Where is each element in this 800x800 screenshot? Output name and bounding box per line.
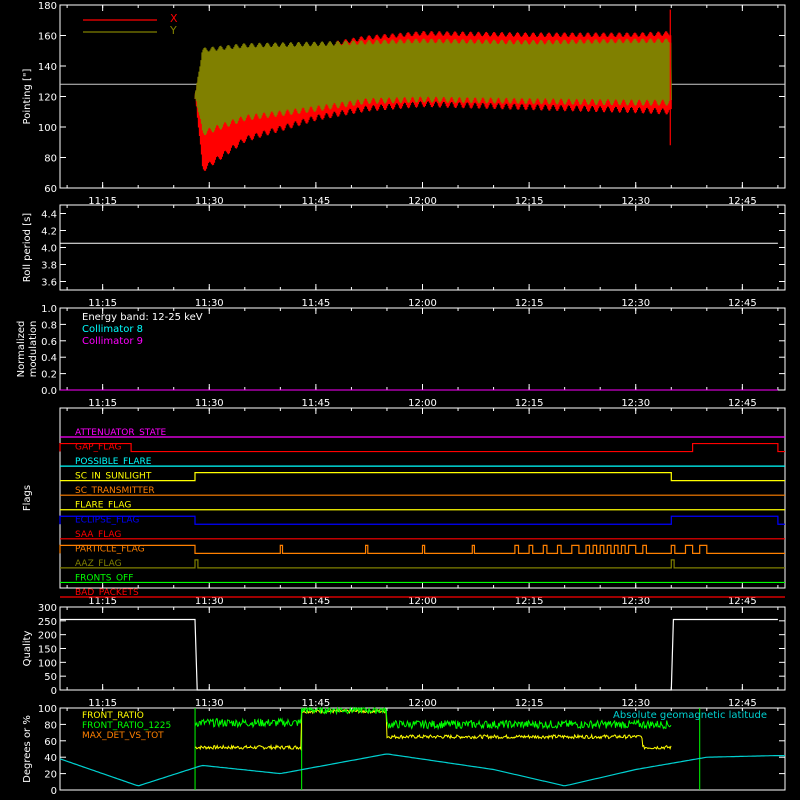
panel-2-ytick-label: 0.8 (41, 320, 57, 331)
panel-2-ytick-label: 0.0 (41, 386, 57, 397)
panel-4-xtick-label: 12:00 (408, 698, 437, 709)
panel-2-xtick-label: 11:45 (301, 398, 330, 409)
panel-5-ytick-label: 40 (44, 753, 57, 764)
panel-5-ytick-label: 0 (51, 786, 57, 797)
panel-5-ytick-label: 80 (44, 720, 57, 731)
panel-0-ytick-label: 180 (38, 1, 57, 12)
flag-line-particle_flag (59, 544, 785, 554)
panel-2-ytick-label: 0.4 (41, 353, 57, 364)
panel-1-ylabel: Roll period [s] (22, 213, 33, 282)
flag-line-gap_flag (59, 442, 785, 453)
panel-1-xtick-label: 12:30 (621, 298, 650, 309)
panel-4-ytick-label: 50 (44, 672, 57, 683)
ratio-legend-front_ratio: FRONT_RATIO (82, 711, 144, 721)
panel-1-ytick-label: 4.0 (41, 244, 57, 255)
ratio-legend-max_det_vs_tot: MAX_DET_VS_TOT (82, 731, 164, 741)
panel-1-xtick-label: 11:30 (195, 298, 224, 309)
ratio-legend-front_ratio_1225: FRONT_RATIO_1225 (82, 721, 171, 731)
panel-0-ytick-label: 100 (38, 123, 57, 134)
panel-1-ytick-label: 4.4 (41, 210, 57, 221)
panel-3-xtick-label: 11:30 (195, 596, 224, 607)
panel-3-xtick-label: 12:30 (621, 596, 650, 607)
panel-1-ytick-label: 4.2 (41, 227, 57, 238)
panel-1-xtick-label: 11:15 (88, 298, 117, 309)
geomagnetic-latitude-line (59, 753, 785, 787)
panel-2-ytick-label: 1.0 (41, 304, 57, 315)
panel-4-ytick-label: 150 (38, 645, 57, 656)
ratio-series-front_ratio (194, 708, 672, 751)
panel-2-ylabel-line-2: modulation (28, 321, 39, 378)
panel-2-xtick-label: 12:30 (621, 398, 650, 409)
panel-1-ytick-label: 3.6 (41, 278, 57, 289)
panel-1-xtick-label: 12:15 (515, 298, 544, 309)
modulation-legend-8: Collimator 8 (82, 324, 143, 335)
panel-4-ytick-label: 250 (38, 617, 57, 628)
panel-5-ytick-label: 100 (38, 704, 57, 715)
panel-2-xtick-label: 11:15 (88, 398, 117, 409)
panel-5-ytick-label: 20 (44, 770, 57, 781)
panel-3-xtick-label: 12:15 (515, 596, 544, 607)
flag-line-eclipse_flag (59, 515, 785, 525)
panel-4-ylabel: Quality (22, 631, 33, 667)
panel-3-xtick-label: 12:45 (728, 596, 757, 607)
panel-4-xtick-label: 12:30 (621, 698, 650, 709)
panel-4-xtick-label: 11:45 (301, 698, 330, 709)
panel-2-xtick-label: 12:45 (728, 398, 757, 409)
panel-0-ytick-label: 120 (38, 93, 57, 104)
panel-1-ytick-label: 3.8 (41, 261, 57, 272)
panel-1-xtick-label: 12:00 (408, 298, 437, 309)
panel-0-ytick-label: 140 (38, 62, 57, 73)
flag-line-sc_in_sunlight (60, 472, 785, 482)
panel-1-xtick-label: 11:45 (301, 298, 330, 309)
panel-4-ytick-label: 100 (38, 658, 57, 669)
panel-2-xtick-label: 12:15 (515, 398, 544, 409)
panel-0-ytick-label: 60 (44, 184, 57, 195)
panel-4-ytick-label: 0 (51, 686, 57, 697)
panel-1-xtick-label: 12:45 (728, 298, 757, 309)
panel-3-xtick-label: 12:00 (408, 596, 437, 607)
panel-3-frame (59, 407, 786, 589)
modulation-legend-9: Collimator 9 (82, 336, 143, 347)
panel-0-ytick-label: 160 (38, 32, 57, 43)
panel-4-xtick-label: 11:30 (195, 698, 224, 709)
legend-label-Y: Y (169, 24, 177, 37)
panel-4-xtick-label: 11:15 (88, 698, 117, 709)
quality-line (60, 618, 778, 691)
panel-2-ylabel-line-1: Normalized (16, 321, 27, 378)
panel-2-xtick-label: 12:00 (408, 398, 437, 409)
geomagnetic-latitude-legend: Absolute geomagnetic latitude (613, 710, 767, 721)
quicklook-plot-svg: Pointing ["] 11:15 11:30 11:45 12:00 12:15 12:… (16, 1, 786, 797)
panel-5-ylabel: Degrees or % (22, 715, 33, 783)
quicklook-plot-figure: Pointing ["] 11:15 11:30 11:45 12:00 12:15 12:… (0, 0, 800, 800)
panel-4-ytick-label: 300 (38, 603, 57, 614)
panel-1-frame (59, 204, 786, 291)
panel-0-ytick-label: 80 (44, 154, 57, 165)
panel-3-ylabel: Flags (22, 485, 33, 511)
ratio-series-front_ratio_1225 (194, 706, 672, 731)
panel-2-ytick-label: 0.6 (41, 337, 57, 348)
panel-4-xtick-label: 12:15 (515, 698, 544, 709)
panel-0-ylabel: Pointing ["] (22, 68, 33, 124)
panel-4-ytick-label: 200 (38, 631, 57, 642)
flag-line-aaz_flag (60, 559, 785, 569)
panel-2-xtick-label: 11:30 (195, 398, 224, 409)
panel-5-ytick-label: 60 (44, 737, 57, 748)
energy-band-label: Energy band: 12-25 keV (82, 312, 203, 323)
panel-3-xtick-label: 11:45 (301, 596, 330, 607)
panel-4-xtick-label: 12:45 (728, 698, 757, 709)
panel-2-ytick-label: 0.2 (41, 370, 57, 381)
